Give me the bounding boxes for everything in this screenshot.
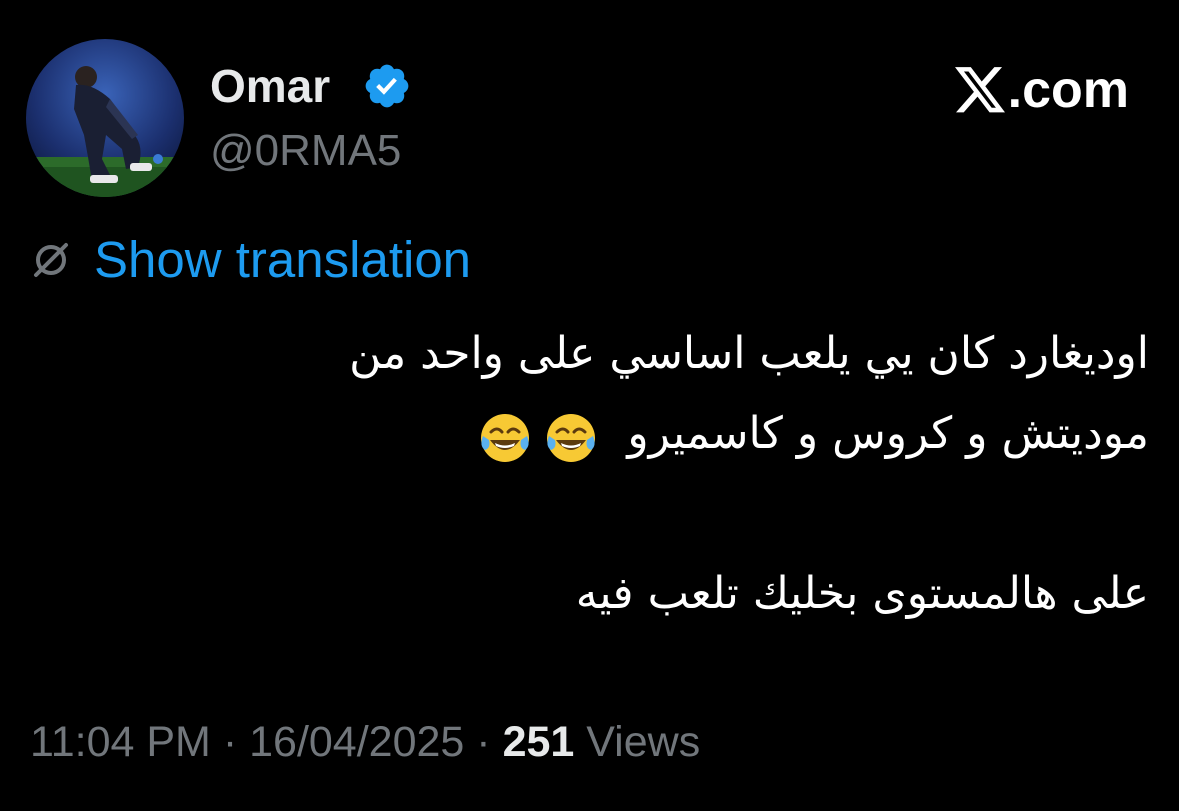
meta-separator: · xyxy=(222,718,238,766)
views-count[interactable]: 251 xyxy=(503,718,575,766)
verified-badge-icon xyxy=(365,64,409,108)
translate-row[interactable]: Show translation xyxy=(30,230,471,290)
avatar-image xyxy=(26,39,184,197)
x-logo-icon xyxy=(954,67,1005,113)
avatar[interactable] xyxy=(26,39,184,197)
face-with-tears-of-joy-icon xyxy=(481,414,530,462)
emoji-group xyxy=(477,404,609,468)
globe-slash-icon xyxy=(34,243,68,277)
author-display-name[interactable]: Omar xyxy=(210,58,330,114)
tweet-text-line-2: موديتش و كروس و كاسميرو xyxy=(29,402,1149,466)
face-with-tears-of-joy-icon xyxy=(547,414,596,462)
tweet-meta: 11:04 PM · 16/04/2025 · 251 Views xyxy=(30,712,700,772)
tweet-text-line-2-text: موديتش و كروس و كاسميرو xyxy=(627,408,1149,459)
meta-separator: · xyxy=(476,718,491,766)
views-label: Views xyxy=(586,718,701,766)
tweet-time[interactable]: 11:04 PM xyxy=(30,718,211,766)
brand-domain-label: .com xyxy=(1007,61,1129,119)
tweet-date[interactable]: 16/04/2025 xyxy=(249,718,464,766)
tweet-text-line-3: على هالمستوى بخليك تلعب فيه xyxy=(575,568,1149,619)
tweet-text-line-1: اوديغارد كان يي يلعب اساسي على واحد من xyxy=(349,328,1149,379)
author-handle[interactable]: @0RMA5 xyxy=(210,124,401,178)
brand-mark: .com xyxy=(954,60,1129,120)
show-translation-link[interactable]: Show translation xyxy=(94,230,471,290)
